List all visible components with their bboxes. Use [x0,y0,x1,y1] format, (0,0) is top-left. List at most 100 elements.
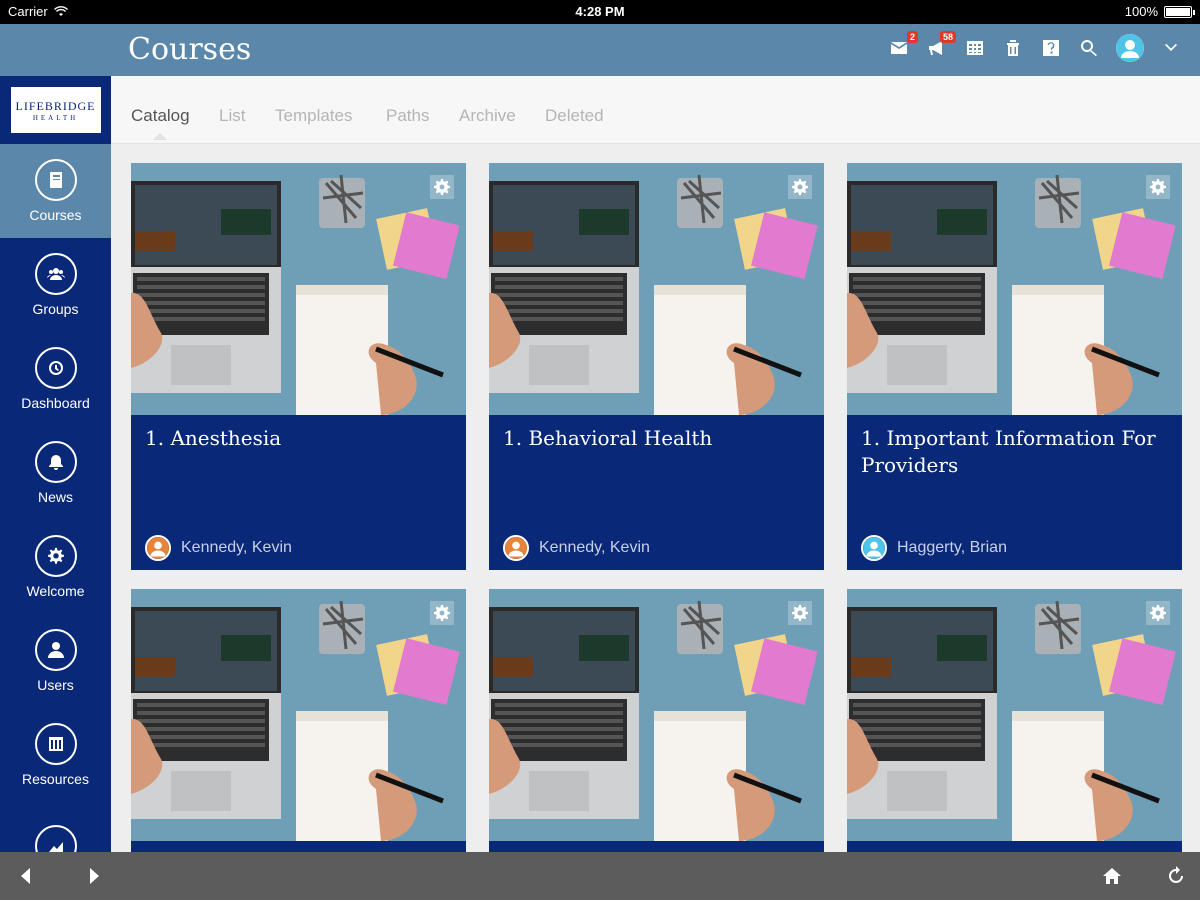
author-name: Kennedy, Kevin [539,539,650,556]
help-button[interactable] [1040,37,1062,59]
course-thumbnail-image [131,163,466,415]
course-author: Kennedy, Kevin [145,535,292,561]
tab-archive[interactable]: Archive [459,106,516,126]
logo-line1: LIFEBRIDGE [15,98,96,113]
sidebar-item-groups[interactable]: Groups [0,238,111,332]
author-avatar-icon [505,537,527,559]
battery-icon [1164,5,1195,18]
welcome-gear-icon [34,535,77,577]
gear-icon [434,179,450,195]
chevron-down-icon [1165,43,1177,51]
user-avatar-icon [1116,34,1144,62]
course-thumbnail-image [489,163,824,415]
sidebar-label-courses: Courses [29,207,82,223]
sidebar-item-news[interactable]: News [0,426,111,520]
dashboard-icon [34,347,77,389]
sidebar-item-courses[interactable]: Courses [0,144,111,238]
bottom-toolbar [0,852,1200,900]
sidebar-item-users[interactable]: Users [0,614,111,708]
resources-icon [34,723,77,765]
course-settings-button[interactable] [430,175,454,199]
gear-icon [434,605,450,621]
ios-status-bar: Carrier 4:28 PM 100% [0,0,1200,24]
sidebar-item-dashboard[interactable]: Dashboard [0,332,111,426]
home-icon [1103,868,1121,884]
author-name: Kennedy, Kevin [181,539,292,556]
course-title: 1. Important Information For Providers [861,426,1156,477]
search-button[interactable] [1078,37,1100,59]
tab-paths[interactable]: Paths [386,106,429,126]
course-card[interactable]: 1. Anesthesia Kennedy, Kevin [131,163,466,570]
lifebridge-logo[interactable]: LIFEBRIDGE HEALTH [0,76,111,144]
sidebar-item-reports[interactable] [0,802,111,852]
sidebar: LIFEBRIDGE HEALTH Courses Groups Dashboa… [0,76,111,852]
course-thumbnail-image [847,163,1182,415]
sidebar-label-news: News [37,489,73,505]
course-card[interactable] [131,589,466,852]
author-avatar [145,535,171,561]
course-settings-button[interactable] [788,175,812,199]
course-settings-button[interactable] [788,601,812,625]
help-icon [1043,40,1059,56]
battery-percent: 100% [1124,4,1158,19]
tab-templates[interactable]: Templates [275,106,352,126]
forward-button[interactable] [82,864,106,888]
mail-button[interactable]: 2 [888,31,918,59]
back-arrow-icon [21,868,30,884]
course-tabs: Catalog List Templates Paths Archive Del… [111,76,1200,144]
course-card[interactable] [489,589,824,852]
sidebar-item-resources[interactable]: Resources [0,708,111,802]
announcements-badge: 58 [939,31,956,43]
course-card[interactable]: 1. Behavioral Health Kennedy, Kevin [489,163,824,570]
groups-icon [34,253,77,295]
logo-box: LIFEBRIDGE HEALTH [10,87,101,133]
tab-deleted[interactable]: Deleted [545,106,604,126]
course-thumbnail [131,163,466,415]
course-title: 1. Anesthesia [145,426,282,450]
course-settings-button[interactable] [1146,175,1170,199]
course-author: Kennedy, Kevin [503,535,650,561]
search-icon [1081,40,1097,57]
mail-badge: 2 [906,31,918,43]
course-catalog-grid: 1. Anesthesia Kennedy, Kevin 1. Behavior… [111,144,1200,852]
sidebar-label-groups: Groups [32,301,79,317]
author-name: Haggerty, Brian [897,539,1007,556]
trash-icon [1007,40,1019,56]
sidebar-label-welcome: Welcome [26,583,85,599]
course-settings-button[interactable] [430,601,454,625]
user-icon [34,629,77,671]
status-right: 100% [1124,4,1195,19]
calendar-button[interactable] [964,37,986,59]
tab-list[interactable]: List [219,106,245,126]
sidebar-item-welcome[interactable]: Welcome [0,520,111,614]
trash-button[interactable] [1002,37,1024,59]
course-card[interactable] [847,589,1182,852]
course-thumbnail-image [131,589,466,841]
gear-icon [1150,605,1166,621]
user-avatar-button[interactable] [1116,34,1144,62]
chart-icon [34,825,77,852]
course-thumbnail-image [489,589,824,841]
author-avatar [861,535,887,561]
course-thumbnail-image [847,589,1182,841]
course-thumbnail [489,589,824,841]
sidebar-label-users: Users [37,677,74,693]
course-settings-button[interactable] [1146,601,1170,625]
user-menu-dropdown[interactable] [1160,37,1182,59]
status-time: 4:28 PM [575,4,625,19]
course-thumbnail [847,163,1182,415]
gear-icon [1150,179,1166,195]
header-actions: 2 58 [888,31,1182,62]
sidebar-label-dashboard: Dashboard [21,395,90,411]
book-icon [34,159,77,201]
tab-catalog[interactable]: Catalog [131,106,190,126]
author-avatar [503,535,529,561]
sidebar-label-resources: Resources [22,771,89,787]
back-button[interactable] [14,864,38,888]
course-author: Haggerty, Brian [861,535,1007,561]
course-card[interactable]: 1. Important Information For Providers H… [847,163,1182,570]
refresh-button[interactable] [1164,864,1188,888]
announcements-button[interactable]: 58 [926,31,956,59]
home-button[interactable] [1100,864,1124,888]
mail-icon [891,42,907,54]
